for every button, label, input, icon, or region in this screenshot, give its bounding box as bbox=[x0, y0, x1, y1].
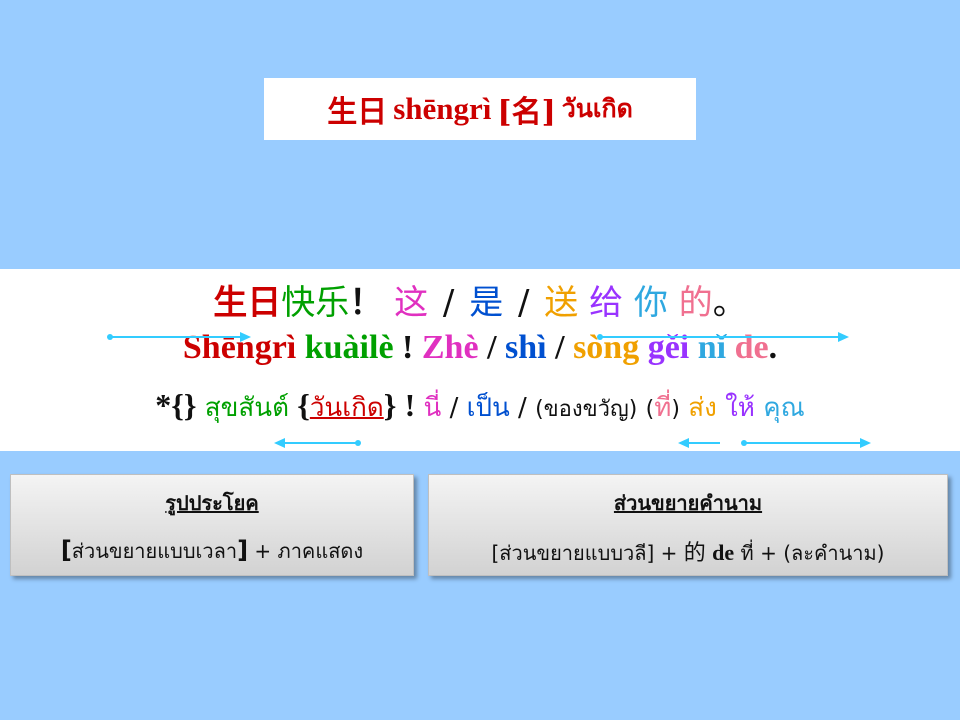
pinyin-kuaile: kuàilè bbox=[304, 329, 394, 366]
formula-omit-noun: ที่ + (ละคำนาม) bbox=[740, 541, 885, 565]
noun-modifier-box: ส่วนขยายคำนาม [ส่วนขยายแบบวลี] + 的 de ที… bbox=[428, 474, 948, 576]
title-thai: วันเกิด bbox=[561, 94, 633, 123]
hanzi-exclamation: ！ bbox=[349, 283, 384, 323]
formula-predicate: + ภาคแสดง bbox=[254, 539, 364, 563]
thai-exclamation: ! bbox=[404, 387, 416, 423]
hanzi-gei: 给 bbox=[589, 283, 624, 323]
formula-phrase-modifier: [ส่วนขยายแบบวลี] + bbox=[491, 541, 678, 565]
pinyin-shi: shì bbox=[505, 329, 547, 366]
hanzi-de: 的 bbox=[678, 283, 713, 323]
hanzi-kuaile: 快乐 bbox=[281, 283, 350, 323]
example-sentence-panel: 生日快乐！ 这 / 是 / 送 给 你 的。 Shēngrì kuàilè ! … bbox=[0, 269, 960, 451]
formula-de-hanzi: 的 bbox=[683, 541, 706, 566]
pinyin-zhe: Zhè bbox=[421, 329, 479, 366]
hanzi-shi: 是 bbox=[469, 283, 504, 323]
formula-de-pinyin: de bbox=[712, 540, 735, 565]
formula-bracket-open: [ bbox=[60, 536, 72, 564]
title-pinyin: shēngrì bbox=[393, 91, 492, 126]
thai-ni: นี่ bbox=[423, 393, 442, 423]
sentence-thai-line: *{} สุขสันต์ {วันเกิด} ! นี่ / เป็น / (ข… bbox=[0, 387, 960, 428]
thai-open-paren: ( bbox=[645, 397, 655, 422]
noun-modifier-formula: [ส่วนขยายแบบวลี] + 的 de ที่ + (ละคำนาม) bbox=[429, 535, 947, 569]
arrow-left-wankoet-icon bbox=[274, 437, 364, 449]
pinyin-slash: / bbox=[555, 329, 565, 366]
pinyin-exclamation: ! bbox=[402, 329, 414, 366]
sentence-hanzi-line: 生日快乐！ 这 / 是 / 送 给 你 的。 bbox=[0, 275, 960, 324]
formula-bracket-close: ] bbox=[237, 536, 249, 564]
arrow-left-thi-icon bbox=[678, 437, 722, 449]
hanzi-slash: / bbox=[442, 283, 455, 323]
thai-close-paren: ) bbox=[671, 397, 680, 422]
sentence-pattern-heading: รูปประโยค bbox=[165, 491, 259, 515]
thai-wankoet: วันเกิด bbox=[309, 393, 384, 423]
hanzi-ni: 你 bbox=[633, 283, 668, 323]
sentence-pattern-formula: [ส่วนขยายแบบเวลา] + ภาคแสดง bbox=[11, 535, 413, 567]
thai-brace-close: } bbox=[383, 387, 397, 423]
vocabulary-title: 生日 shēngrì [名] วันเกิด bbox=[264, 78, 696, 140]
thai-hai: ให้ bbox=[725, 393, 755, 423]
noun-modifier-heading: ส่วนขยายคำนาม bbox=[613, 491, 763, 515]
thai-thi: ที่ bbox=[654, 393, 672, 423]
thai-prefix: *{} bbox=[155, 387, 197, 423]
thai-khongkhwan: (ของขวัญ) bbox=[535, 397, 638, 422]
arrow-right-songgeini-icon bbox=[594, 331, 850, 343]
hanzi-song: 送 bbox=[544, 283, 579, 323]
thai-slash: / bbox=[518, 393, 527, 423]
hanzi-slash: / bbox=[518, 283, 530, 323]
title-part-of-speech: [名] bbox=[497, 95, 556, 130]
thai-brace-open: { bbox=[297, 387, 310, 423]
sentence-pattern-box: รูปประโยค [ส่วนขยายแบบเวลา] + ภาคแสดง bbox=[10, 474, 414, 576]
formula-time-modifier: ส่วนขยายแบบเวลา bbox=[71, 539, 238, 563]
hanzi-zhe: 这 bbox=[394, 283, 429, 323]
hanzi-shengri: 生日 bbox=[213, 283, 282, 323]
thai-khun: คุณ bbox=[763, 393, 805, 423]
thai-sukhasan: สุขสันต์ bbox=[204, 393, 289, 423]
arrow-right-shengri-icon bbox=[104, 331, 252, 343]
title-hanzi: 生日 bbox=[327, 95, 388, 130]
thai-pen: เป็น bbox=[466, 393, 510, 423]
arrow-right-songhaikhun-icon bbox=[738, 437, 872, 449]
pinyin-slash: / bbox=[487, 329, 497, 366]
thai-song: ส่ง bbox=[688, 393, 717, 423]
thai-slash: / bbox=[449, 393, 459, 423]
hanzi-period: 。 bbox=[712, 283, 747, 323]
